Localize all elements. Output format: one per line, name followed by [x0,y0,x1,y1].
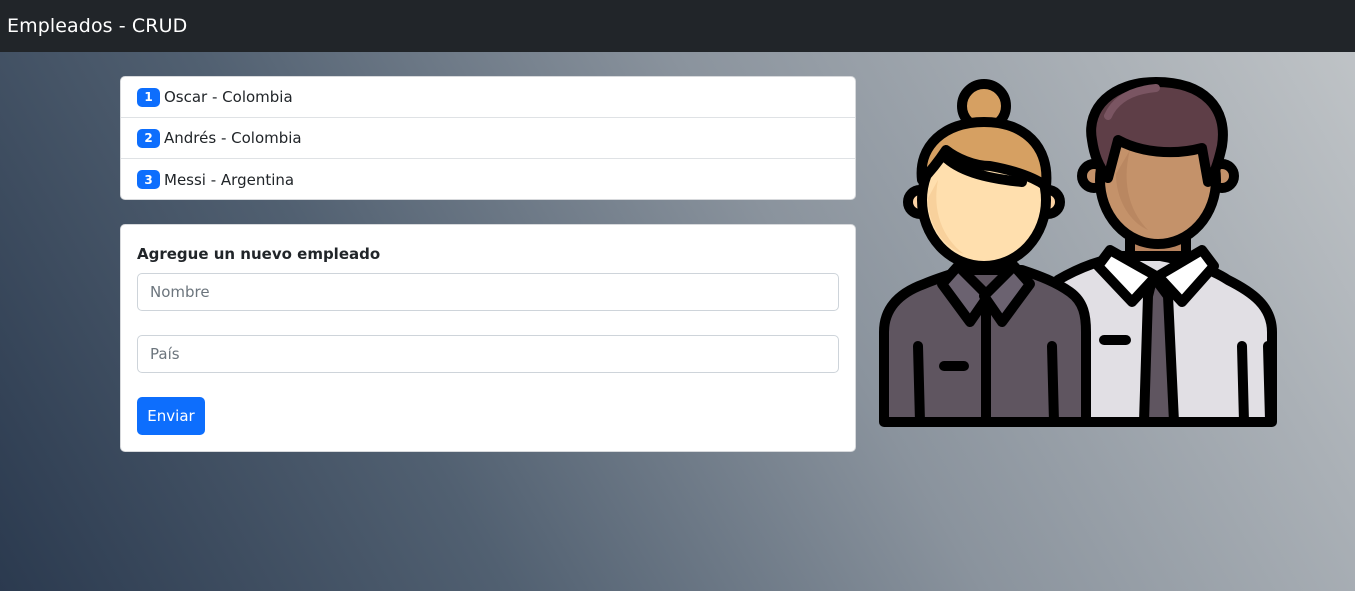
employee-id-badge: 3 [137,170,160,189]
country-input[interactable] [137,335,839,373]
employee-id-badge: 1 [137,87,160,107]
list-item: 3 Messi - Argentina [121,159,855,199]
employees-illustration-icon [879,77,1277,427]
list-item: 1 Oscar - Colombia [121,77,855,118]
add-employee-form: Agregue un nuevo empleado Enviar [120,224,856,452]
submit-button[interactable]: Enviar [137,397,205,435]
form-title: Agregue un nuevo empleado [137,245,381,263]
navbar-brand[interactable]: Empleados - CRUD [7,15,187,37]
employee-label: Messi - Argentina [164,170,295,189]
name-input[interactable] [137,273,839,311]
employee-label: Andrés - Colombia [164,129,302,147]
list-item: 2 Andrés - Colombia [121,118,855,159]
navbar: Empleados - CRUD [0,0,1355,52]
employee-id-badge: 2 [137,128,160,148]
employee-list: 1 Oscar - Colombia 2 Andrés - Colombia 3… [120,76,856,200]
employee-label: Oscar - Colombia [164,88,293,106]
